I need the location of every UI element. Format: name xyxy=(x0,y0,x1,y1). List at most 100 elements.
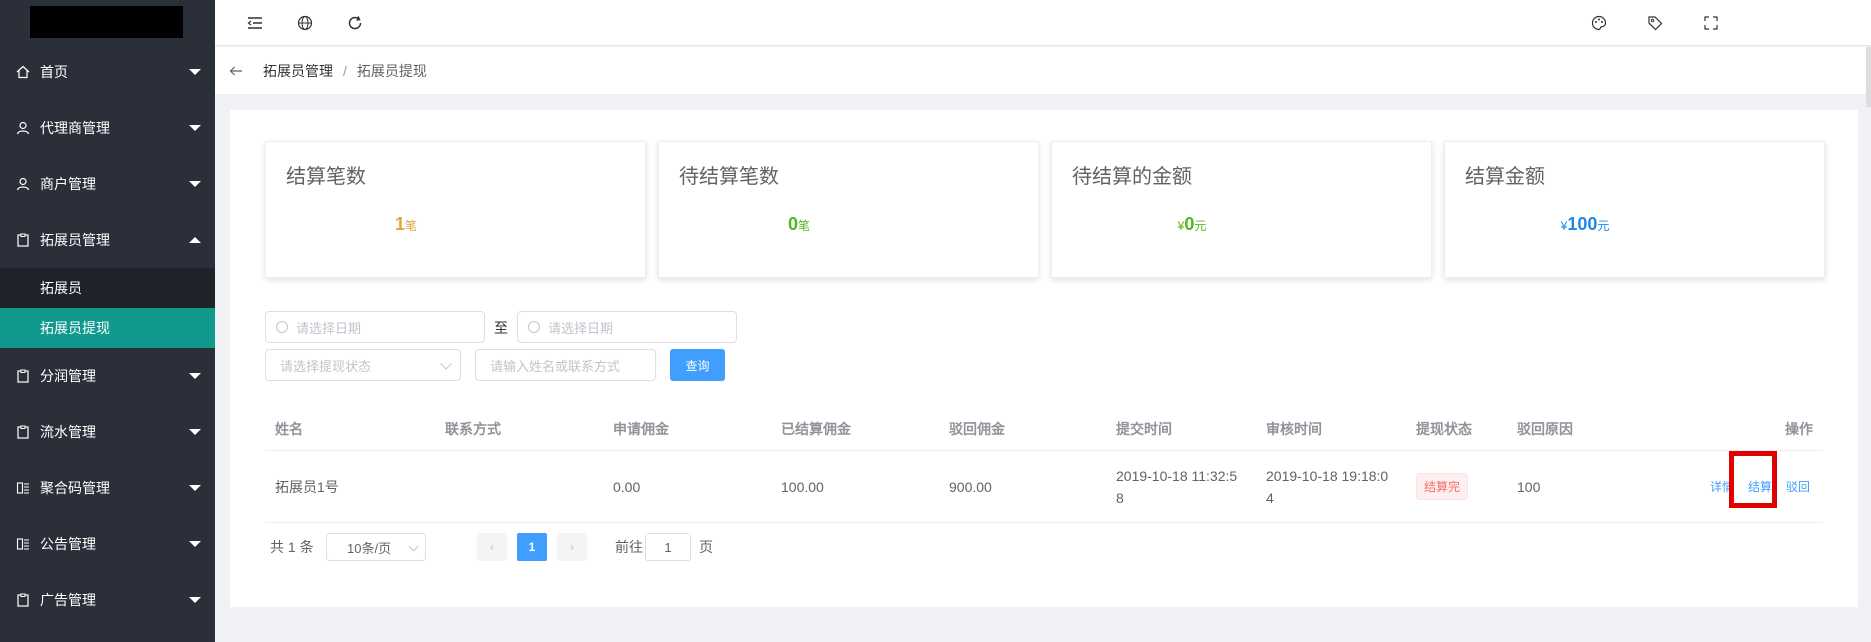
stat-card-settled-amount: 结算金额 ¥100元 xyxy=(1444,141,1825,278)
stat-unit: 笔 xyxy=(405,219,418,233)
page-scrollbar[interactable] xyxy=(1866,47,1871,107)
page-number-button[interactable]: 1 xyxy=(517,533,547,561)
stat-card-pending-amount: 待结算的金额 ¥0元 xyxy=(1051,141,1432,278)
start-date-input[interactable]: 请选择日期 xyxy=(265,311,485,343)
sidebar-item-agent[interactable]: 代理商管理 xyxy=(0,100,215,156)
clipboard-icon xyxy=(14,591,32,609)
clipboard-icon xyxy=(14,367,32,385)
caret-down-icon xyxy=(189,69,201,75)
stat-number: 100 xyxy=(1567,214,1598,234)
sidebar-subitem-promoter[interactable]: 拓展员 xyxy=(0,268,215,308)
cell-audit-time: 2019-10-18 19:18:0 4 xyxy=(1266,465,1406,509)
stat-number: 0 xyxy=(787,214,798,234)
stat-value: 0笔 xyxy=(659,214,939,235)
palette-icon[interactable] xyxy=(1589,13,1609,33)
fullscreen-icon[interactable] xyxy=(1701,13,1721,33)
user-area[interactable] xyxy=(1721,0,1871,46)
status-placeholder: 请选择提现状态 xyxy=(280,358,372,374)
reject-link[interactable]: 驳回 xyxy=(1786,478,1810,495)
stat-card-settled-count: 结算笔数 1笔 xyxy=(265,141,646,278)
sidebar-item-flow[interactable]: 流水管理 xyxy=(0,404,215,460)
sidebar-item-notice[interactable]: 公告管理 xyxy=(0,516,215,572)
col-header-contact: 联系方式 xyxy=(445,420,501,437)
pagination: 共 1 条 10条/页 ‹ 1 › 前往 1 页 xyxy=(265,530,1065,562)
home-icon xyxy=(14,63,32,81)
stat-unit: 元 xyxy=(1597,219,1610,233)
submit-time-line1: 2019-10-18 11:32:5 xyxy=(1116,468,1238,484)
caret-down-icon xyxy=(189,597,201,603)
col-header-status: 提现状态 xyxy=(1416,420,1472,437)
qrcode-icon xyxy=(14,479,32,497)
stat-number: 1 xyxy=(394,214,405,234)
caret-down-icon xyxy=(189,485,201,491)
audit-time-line1: 2019-10-18 19:18:0 xyxy=(1266,468,1389,484)
sidebar-subitem-promoter-withdraw[interactable]: 拓展员提现 xyxy=(0,308,215,348)
keyword-input[interactable]: 请输入姓名或联系方式 xyxy=(475,349,656,381)
withdraw-table: 姓名 联系方式 申请佣金 已结算佣金 驳回佣金 提交时间 审核时间 提现状态 驳… xyxy=(265,407,1823,523)
stat-title: 结算笔数 xyxy=(286,166,366,188)
cell-submit-time: 2019-10-18 11:32:5 8 xyxy=(1116,465,1256,509)
breadcrumb: 拓展员管理 / 拓展员提现 xyxy=(215,47,1871,95)
user-icon xyxy=(14,119,32,137)
withdraw-status-select[interactable]: 请选择提现状态 xyxy=(265,349,461,381)
page-word: 页 xyxy=(699,539,713,555)
col-header-name: 姓名 xyxy=(275,420,303,437)
stat-unit: 元 xyxy=(1194,219,1207,233)
arrow-left-icon[interactable] xyxy=(229,63,245,79)
stat-title: 待结算笔数 xyxy=(679,166,779,188)
end-date-placeholder: 请选择日期 xyxy=(548,320,614,336)
main-card: 结算笔数 1笔 待结算笔数 0笔 待结算的金额 ¥0元 结算金额 ¥100元 请… xyxy=(230,110,1858,607)
sidebar-item-qrcode[interactable]: 聚合码管理 xyxy=(0,460,215,516)
caret-down-icon xyxy=(189,181,201,187)
caret-up-icon xyxy=(189,237,201,243)
cell-status: 结算完 xyxy=(1416,473,1469,500)
sidebar-item-label: 拓展员管理 xyxy=(40,232,110,248)
col-header-settled: 已结算佣金 xyxy=(781,420,851,437)
col-header-apply: 申请佣金 xyxy=(613,420,669,437)
tag-icon[interactable] xyxy=(1645,13,1665,33)
globe-icon[interactable] xyxy=(295,13,315,33)
submit-time-line2: 8 xyxy=(1116,490,1124,506)
caret-down-icon xyxy=(189,429,201,435)
sidebar-item-label: 首页 xyxy=(40,64,68,80)
chevron-down-icon xyxy=(440,358,452,370)
prev-page-button[interactable]: ‹ xyxy=(477,533,507,561)
stat-value: ¥100元 xyxy=(1445,214,1725,235)
top-bar xyxy=(215,0,1871,46)
sidebar-item-ads[interactable]: 广告管理 xyxy=(0,572,215,628)
breadcrumb-parent[interactable]: 拓展员管理 xyxy=(263,61,333,81)
sidebar-item-label: 聚合码管理 xyxy=(40,480,110,496)
refresh-icon[interactable] xyxy=(345,13,365,33)
stat-title: 待结算的金额 xyxy=(1072,166,1192,188)
sidebar-item-label: 公告管理 xyxy=(40,536,96,552)
cell-name: 拓展员1号 xyxy=(275,478,339,495)
date-separator: 至 xyxy=(494,320,508,336)
sidebar-item-home[interactable]: 首页 xyxy=(0,44,215,100)
stat-unit: 笔 xyxy=(798,219,811,233)
audit-time-line2: 4 xyxy=(1266,490,1274,506)
sidebar-item-promoter[interactable]: 拓展员管理 xyxy=(0,212,215,268)
clock-icon xyxy=(276,321,288,333)
end-date-input[interactable]: 请选择日期 xyxy=(517,311,737,343)
pagination-total: 共 1 条 xyxy=(270,539,314,555)
menu-fold-icon[interactable] xyxy=(245,13,265,33)
table-row: 拓展员1号 0.00 100.00 900.00 2019-10-18 11:3… xyxy=(265,451,1823,523)
next-page-button[interactable]: › xyxy=(557,533,587,561)
goto-page-input[interactable]: 1 xyxy=(645,533,691,561)
page-size-select[interactable]: 10条/页 xyxy=(326,533,426,561)
sidebar-item-label: 商户管理 xyxy=(40,176,96,192)
chevron-down-icon xyxy=(408,541,419,552)
sidebar-item-profit[interactable]: 分润管理 xyxy=(0,348,215,404)
col-header-audit-time: 审核时间 xyxy=(1266,420,1322,437)
search-button[interactable]: 查询 xyxy=(670,349,725,381)
table-header: 姓名 联系方式 申请佣金 已结算佣金 驳回佣金 提交时间 审核时间 提现状态 驳… xyxy=(265,407,1823,451)
sidebar-item-label: 流水管理 xyxy=(40,424,96,440)
qrcode-icon xyxy=(14,535,32,553)
logo xyxy=(0,0,215,44)
status-badge: 结算完 xyxy=(1416,473,1469,500)
clipboard-icon xyxy=(14,231,32,249)
logo-block xyxy=(30,6,183,38)
col-header-actions: 操作 xyxy=(1785,420,1813,437)
sidebar-item-merchant[interactable]: 商户管理 xyxy=(0,156,215,212)
clock-icon xyxy=(528,321,540,333)
